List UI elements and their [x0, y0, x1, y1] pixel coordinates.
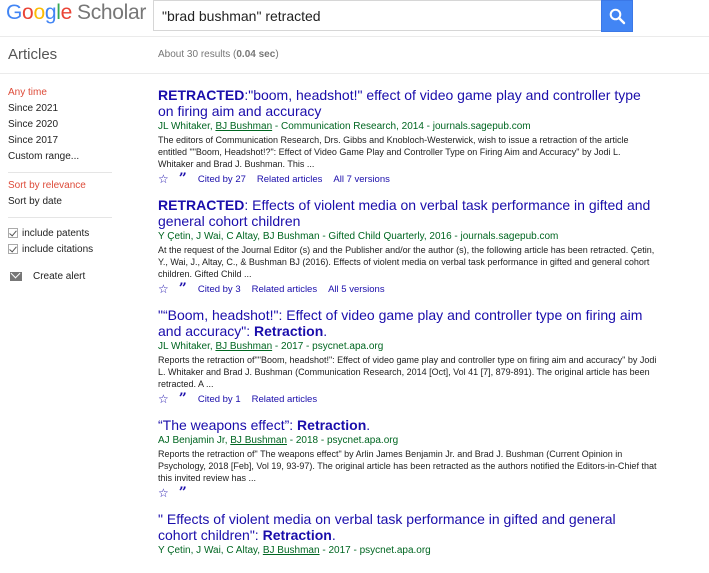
header: Google Scholar	[0, 0, 709, 34]
sidebar: Any time Since 2021 Since 2020 Since 201…	[8, 87, 120, 284]
result-item: RETRACTED:"boom, headshot!" effect of vi…	[158, 87, 658, 186]
result-item: RETRACTED: Effects of violent media on v…	[158, 197, 658, 296]
all-versions-link[interactable]: All 5 versions	[328, 284, 385, 295]
section-title: Articles	[8, 46, 58, 63]
cite-quote-icon[interactable]: ”	[179, 486, 187, 500]
google-scholar-logo[interactable]: Google Scholar	[6, 1, 146, 25]
result-item: " Effects of violent media on verbal tas…	[158, 511, 658, 557]
star-icon[interactable]: ☆	[158, 487, 169, 499]
related-articles-link[interactable]: Related articles	[257, 174, 322, 185]
sort-by-date[interactable]: Sort by date	[8, 196, 120, 212]
all-versions-link[interactable]: All 7 versions	[333, 174, 390, 185]
search-box	[153, 0, 601, 31]
search-icon	[609, 8, 626, 25]
create-alert-button[interactable]: Create alert	[8, 268, 120, 284]
result-snippet: Reports the retraction of""Boom, headsho…	[158, 355, 657, 389]
create-alert-label: Create alert	[33, 270, 86, 282]
include-citations-toggle[interactable]: include citations	[8, 241, 120, 257]
result-meta: AJ Benjamin Jr, BJ Bushman - 2018 - psyc…	[158, 435, 399, 446]
filter-any-time[interactable]: Any time	[8, 87, 120, 103]
star-icon[interactable]: ☆	[158, 173, 169, 185]
result-title-link[interactable]: "“Boom, headshot!": Effect of video game…	[158, 307, 658, 339]
cited-by-link[interactable]: Cited by 27	[198, 174, 246, 185]
star-icon[interactable]: ☆	[158, 393, 169, 405]
results-count: About 30 results (0.04 sec)	[158, 49, 279, 60]
search-input[interactable]	[162, 8, 592, 24]
toolbar-divider	[0, 73, 709, 74]
result-meta: JL Whitaker, BJ Bushman - Communication …	[158, 121, 531, 132]
cited-by-link[interactable]: Cited by 1	[198, 394, 241, 405]
filter-since-2020[interactable]: Since 2020	[8, 119, 120, 135]
checkbox-checked-icon[interactable]	[8, 228, 18, 238]
header-divider	[0, 36, 709, 37]
result-title-link[interactable]: “The weapons effect”: Retraction.	[158, 417, 658, 433]
result-actions: ☆ ” Cited by 27 Related articles All 7 v…	[158, 172, 658, 186]
result-snippet: Reports the retraction of" The weapons e…	[158, 449, 657, 483]
sidebar-divider	[8, 172, 112, 173]
author-link[interactable]: BJ Bushman	[263, 545, 320, 556]
result-meta: Y Çetin, J Wai, C Altay, BJ Bushman - Gi…	[158, 231, 559, 242]
logo-sub: Scholar	[76, 1, 147, 24]
result-snippet: At the request of the Journal Editor (s)…	[158, 245, 655, 279]
result-title-link[interactable]: " Effects of violent media on verbal tas…	[158, 511, 658, 543]
result-actions: ☆ ” Cited by 1 Related articles	[158, 392, 658, 406]
result-snippet: The editors of Communication Research, D…	[158, 135, 629, 169]
search-button[interactable]	[601, 0, 633, 32]
result-item: “The weapons effect”: Retraction. AJ Ben…	[158, 417, 658, 500]
include-citations-label: include citations	[22, 243, 94, 255]
cite-quote-icon[interactable]: ”	[179, 172, 187, 186]
related-articles-link[interactable]: Related articles	[252, 284, 317, 295]
result-title-link[interactable]: RETRACTED:"boom, headshot!" effect of vi…	[158, 87, 658, 119]
result-meta: Y Çetin, J Wai, C Altay, BJ Bushman - 20…	[158, 545, 431, 556]
result-item: "“Boom, headshot!": Effect of video game…	[158, 307, 658, 406]
cite-quote-icon[interactable]: ”	[179, 392, 187, 406]
filter-since-2017[interactable]: Since 2017	[8, 135, 120, 151]
related-articles-link[interactable]: Related articles	[252, 394, 317, 405]
result-actions: ☆ ” Cited by 3 Related articles All 5 ve…	[158, 282, 658, 296]
checkbox-checked-icon[interactable]	[8, 244, 18, 254]
results-list: RETRACTED:"boom, headshot!" effect of vi…	[158, 87, 658, 569]
filter-since-2021[interactable]: Since 2021	[8, 103, 120, 119]
sidebar-divider	[8, 217, 112, 218]
cited-by-link[interactable]: Cited by 3	[198, 284, 241, 295]
author-link[interactable]: BJ Bushman	[215, 121, 272, 132]
cite-quote-icon[interactable]: ”	[179, 282, 187, 296]
author-link[interactable]: BJ Bushman	[215, 341, 272, 352]
mail-icon	[10, 271, 22, 281]
result-title-link[interactable]: RETRACTED: Effects of violent media on v…	[158, 197, 658, 229]
include-patents-toggle[interactable]: include patents	[8, 225, 120, 241]
include-patents-label: include patents	[22, 227, 90, 239]
result-actions: ☆ ”	[158, 486, 658, 500]
result-meta: JL Whitaker, BJ Bushman - 2017 - psycnet…	[158, 341, 384, 352]
author-link[interactable]: BJ Bushman	[230, 435, 287, 446]
filter-custom-range[interactable]: Custom range...	[8, 151, 120, 167]
star-icon[interactable]: ☆	[158, 283, 169, 295]
sort-by-relevance[interactable]: Sort by relevance	[8, 180, 120, 196]
